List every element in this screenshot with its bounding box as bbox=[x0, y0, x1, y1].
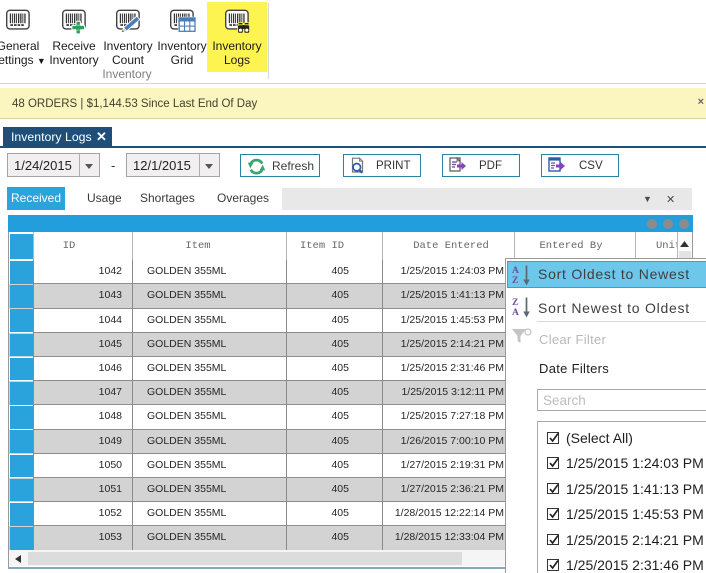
svg-text:Z: Z bbox=[512, 276, 518, 286]
svg-text:Z: Z bbox=[512, 298, 518, 308]
svg-text:A: A bbox=[512, 308, 519, 318]
svg-text:A: A bbox=[512, 266, 519, 276]
